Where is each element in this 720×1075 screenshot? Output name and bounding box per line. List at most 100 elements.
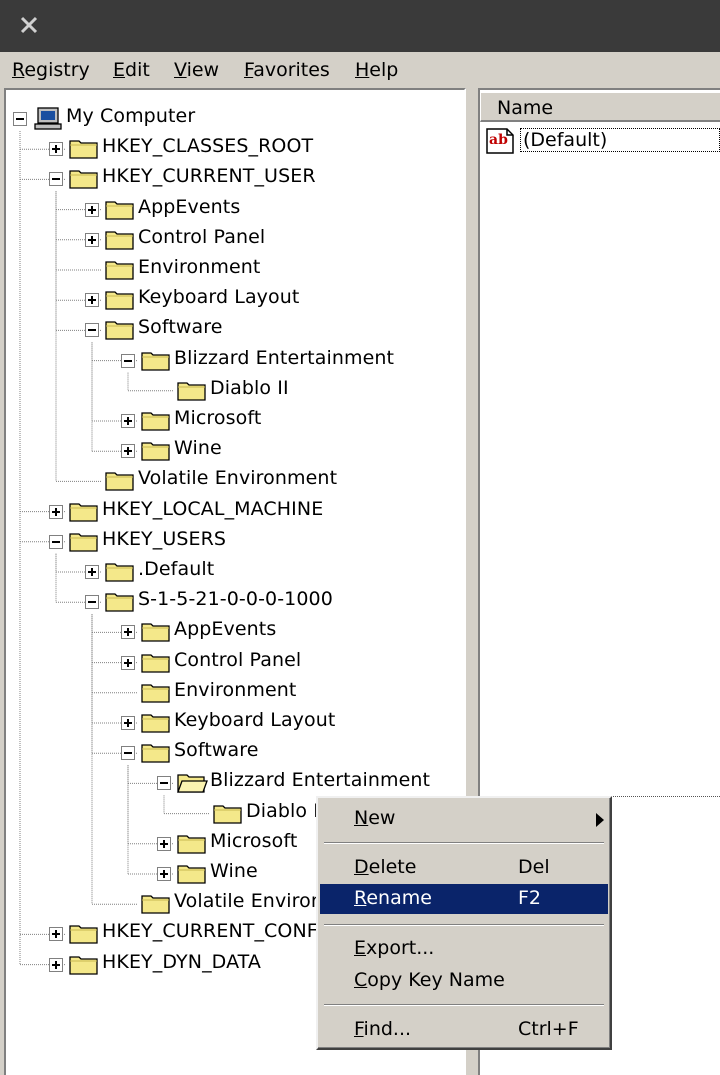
ctx-new-mnemonic: N [354, 807, 369, 829]
ctx-separator [324, 1004, 604, 1006]
folder-icon [105, 563, 134, 582]
tree-node-label: My Computer [66, 105, 196, 127]
close-icon[interactable] [16, 12, 42, 38]
folder-icon [141, 351, 170, 371]
ctx-export[interactable]: Export... [320, 934, 608, 964]
menu-edit[interactable]: Edit [113, 59, 150, 81]
ctx-rename-label: ename [366, 887, 432, 909]
menu-bar: Registry Edit View Favorites Help [0, 52, 720, 88]
folder-icon [141, 895, 170, 914]
tree-node-label: Wine [210, 860, 258, 882]
submenu-arrow-icon [596, 813, 604, 827]
ctx-separator [324, 924, 604, 926]
collapse-minus-icon[interactable] [157, 776, 171, 791]
menu-help-label: elp [369, 59, 399, 81]
value-name: (Default) [520, 128, 720, 152]
expand-plus-icon[interactable] [49, 142, 63, 157]
ctx-new[interactable]: New [320, 804, 608, 834]
tree-node-label: Diablo II [210, 376, 289, 399]
menu-registry-label: egistry [24, 59, 90, 81]
folder-icon [141, 684, 170, 703]
expand-plus-icon[interactable] [121, 625, 135, 640]
tree-node-label: Keyboard Layout [138, 286, 300, 309]
collapse-minus-icon[interactable] [85, 323, 99, 338]
folder-icon [105, 472, 134, 492]
ctx-copy-key-name-label: opy Key Name [367, 969, 505, 991]
collapse-minus-icon[interactable] [49, 534, 63, 549]
ctx-rename-shortcut: F2 [518, 887, 542, 909]
ctx-delete-mnemonic: D [354, 856, 369, 878]
tree-node-label: Diablo II [246, 799, 325, 822]
ctx-delete[interactable]: Delete Del [320, 853, 608, 883]
ctx-delete-shortcut: Del [518, 856, 550, 878]
expand-plus-icon[interactable] [157, 836, 171, 851]
expand-plus-icon[interactable] [49, 504, 63, 519]
expand-plus-icon[interactable] [49, 927, 63, 942]
expand-plus-icon[interactable] [85, 565, 99, 579]
title-bar [0, 0, 720, 52]
ctx-export-label: xport... [366, 937, 435, 959]
menu-edit-mnemonic: E [113, 59, 126, 81]
expand-plus-icon[interactable] [85, 202, 99, 217]
menu-help[interactable]: Help [355, 59, 398, 81]
menu-view[interactable]: View [174, 59, 219, 81]
tree-node-label: Microsoft [174, 407, 262, 429]
collapse-minus-icon[interactable] [121, 746, 135, 761]
expand-plus-icon[interactable] [121, 716, 135, 730]
ctx-rename[interactable]: Rename F2 [320, 884, 608, 914]
folder-icon [105, 261, 134, 280]
folder-icon [141, 653, 170, 673]
folder-icon [69, 533, 98, 552]
menu-registry[interactable]: Registry [12, 59, 90, 81]
menu-edit-label: dit [125, 59, 150, 81]
tree-node-label: Control Panel [138, 225, 266, 248]
tree-node-label: AppEvents [138, 195, 241, 218]
folder-icon [105, 593, 134, 612]
expand-plus-icon[interactable] [85, 293, 99, 308]
expand-plus-icon[interactable] [121, 444, 135, 459]
expand-plus-icon[interactable] [157, 867, 171, 881]
ctx-copy-key-name-mnemonic: C [354, 969, 368, 991]
tree-node-label: AppEvents [174, 618, 277, 641]
collapse-minus-icon[interactable] [85, 595, 99, 610]
menu-favorites[interactable]: Favorites [244, 59, 330, 81]
folder-icon [69, 170, 98, 190]
value-row-default[interactable]: ab (Default) [484, 126, 720, 156]
expand-plus-icon[interactable] [49, 957, 63, 972]
expand-plus-icon[interactable] [121, 414, 135, 428]
folder-open-icon [177, 774, 208, 794]
folder-icon [213, 804, 242, 824]
folder-icon [177, 835, 206, 854]
tree-node-label: Environment [174, 678, 297, 701]
column-header-name[interactable]: Name [480, 92, 720, 122]
ctx-find-label: ind... [363, 1018, 412, 1040]
folder-icon [141, 714, 170, 733]
collapse-minus-icon[interactable] [49, 172, 63, 187]
ctx-find[interactable]: Find... Ctrl+F [320, 1015, 608, 1045]
folder-icon [177, 865, 206, 884]
expand-plus-icon[interactable] [85, 232, 99, 247]
collapse-minus-icon[interactable] [121, 353, 135, 368]
tree-node-label: Software [174, 739, 259, 762]
tree-node-label: HKEY_CURRENT_USER [102, 165, 316, 188]
menu-view-label: iew [186, 59, 220, 81]
column-header-name-label: Name [497, 97, 554, 119]
folder-icon [105, 200, 134, 220]
tree-node-label: HKEY_CLASSES_ROOT [102, 135, 314, 158]
tree-node-label: Wine [174, 437, 222, 460]
expand-plus-icon[interactable] [121, 655, 135, 670]
collapse-minus-icon[interactable] [13, 112, 27, 126]
folder-icon [69, 502, 98, 522]
ctx-find-mnemonic: F [354, 1018, 364, 1040]
folder-icon [141, 623, 170, 643]
folder-icon [105, 231, 134, 250]
folder-icon [105, 321, 134, 341]
ctx-delete-label: elete [368, 856, 417, 878]
menu-view-mnemonic: V [174, 59, 187, 81]
tree-node-label: HKEY_CURRENT_CONFIG [102, 920, 339, 943]
menu-registry-mnemonic: R [12, 59, 25, 81]
tree-node-label: HKEY_LOCAL_MACHINE [102, 497, 324, 520]
folder-icon [69, 925, 98, 945]
folder-icon [141, 412, 170, 431]
ctx-copy-key-name[interactable]: Copy Key Name [320, 966, 608, 996]
